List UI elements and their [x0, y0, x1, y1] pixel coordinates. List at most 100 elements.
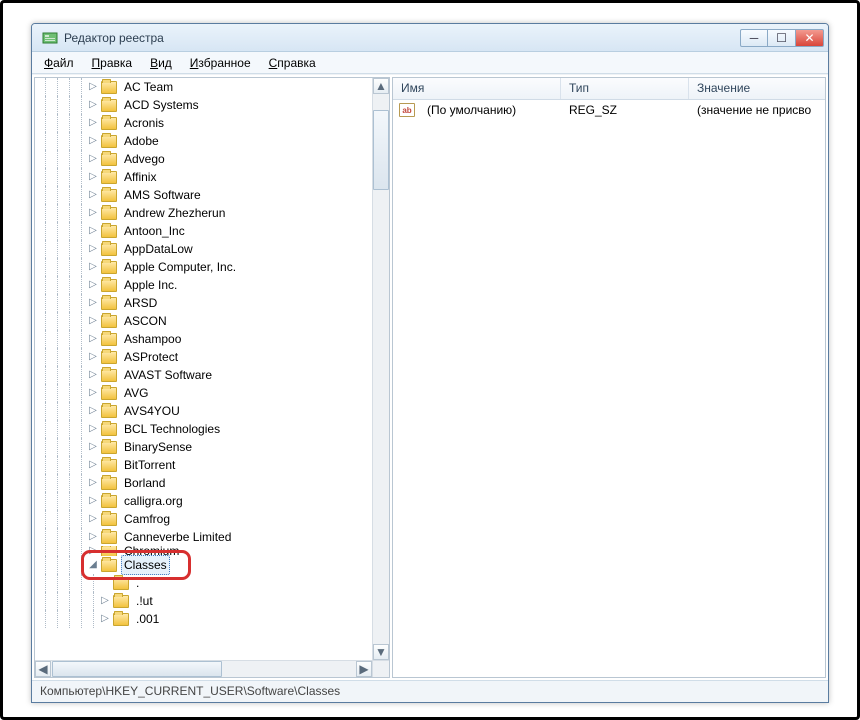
column-header-type[interactable]: Тип — [561, 78, 689, 99]
column-header-name[interactable]: Имя — [393, 78, 561, 99]
folder-icon — [101, 546, 117, 556]
menu-edit[interactable]: Правка — [84, 54, 141, 72]
registry-editor-window: Редактор реестра ─ ☐ ✕ Файл Правка Вид И… — [31, 23, 829, 703]
expand-icon[interactable]: ▷ — [87, 240, 99, 258]
tree-item[interactable]: ▷Acronis — [35, 114, 372, 132]
expand-icon[interactable]: ▷ — [87, 78, 99, 96]
tree-item[interactable]: ▷Apple Inc. — [35, 276, 372, 294]
tree-item-label: . — [133, 574, 142, 592]
expand-icon[interactable]: ▷ — [87, 330, 99, 348]
tree-item[interactable]: . — [35, 574, 372, 592]
tree-item[interactable]: ▷BitTorrent — [35, 456, 372, 474]
tree-item-label: Ashampoo — [121, 330, 184, 348]
scroll-up-button[interactable]: ▲ — [373, 78, 389, 94]
tree-item[interactable]: ▷.001 — [35, 610, 372, 628]
tree-item[interactable]: ▷ASCON — [35, 312, 372, 330]
expand-icon[interactable]: ▷ — [87, 114, 99, 132]
folder-icon — [101, 99, 117, 112]
menu-favorites[interactable]: Избранное — [182, 54, 259, 72]
folder-icon — [101, 531, 117, 544]
expand-icon[interactable]: ▷ — [99, 592, 111, 610]
expand-icon[interactable]: ▷ — [87, 474, 99, 492]
tree-item[interactable]: ▷AVS4YOU — [35, 402, 372, 420]
minimize-button[interactable]: ─ — [740, 29, 768, 47]
tree-item[interactable]: ▷Borland — [35, 474, 372, 492]
tree-item[interactable]: ▷.!ut — [35, 592, 372, 610]
close-icon: ✕ — [804, 31, 814, 45]
scroll-down-button[interactable]: ▼ — [373, 644, 389, 660]
column-header-value[interactable]: Значение — [689, 78, 825, 99]
folder-icon — [113, 577, 129, 590]
tree-item[interactable]: ▷AC Team — [35, 78, 372, 96]
expand-icon[interactable]: ▷ — [87, 258, 99, 276]
tree-item-label: ACD Systems — [121, 96, 202, 114]
expand-icon[interactable]: ▷ — [87, 276, 99, 294]
list-body[interactable]: ab(По умолчанию)REG_SZ(значение не присв… — [393, 100, 825, 677]
expand-icon[interactable]: ▷ — [87, 348, 99, 366]
tree-item[interactable]: ▷BinarySense — [35, 438, 372, 456]
expand-icon[interactable]: ▷ — [99, 610, 111, 628]
collapse-icon[interactable]: ◢ — [87, 556, 99, 574]
tree-view[interactable]: ▷AC Team▷ACD Systems▷Acronis▷Adobe▷Adveg… — [35, 78, 372, 660]
tree-item-label: Apple Computer, Inc. — [121, 258, 239, 276]
tree-item[interactable]: ▷ ACD Systems — [35, 96, 372, 114]
scroll-right-button[interactable]: ▶ — [356, 661, 372, 677]
tree-item[interactable]: ▷ASProtect — [35, 348, 372, 366]
tree-item[interactable]: ▷AMS Software — [35, 186, 372, 204]
tree-item[interactable]: ▷ Apple Computer, Inc. — [35, 258, 372, 276]
tree-item[interactable]: ▷calligra.org — [35, 492, 372, 510]
titlebar[interactable]: Редактор реестра ─ ☐ ✕ — [32, 24, 828, 52]
tree-item[interactable]: ▷BCL Technologies — [35, 420, 372, 438]
tree-item[interactable]: ▷AppDataLow — [35, 240, 372, 258]
tree-item[interactable]: ▷Advego — [35, 150, 372, 168]
expand-icon[interactable]: ▷ — [87, 366, 99, 384]
folder-icon — [101, 369, 117, 382]
tree-vertical-scrollbar[interactable]: ▲ ▼ — [372, 78, 389, 660]
tree-item[interactable]: ▷AVG — [35, 384, 372, 402]
expand-icon[interactable]: ▷ — [87, 168, 99, 186]
menu-file[interactable]: Файл — [36, 54, 82, 72]
maximize-button[interactable]: ☐ — [768, 29, 796, 47]
expand-icon[interactable]: ▷ — [87, 204, 99, 222]
expand-icon[interactable]: ▷ — [87, 384, 99, 402]
scroll-thumb[interactable] — [373, 110, 389, 190]
expand-icon[interactable]: ▷ — [87, 528, 99, 546]
folder-icon — [101, 171, 117, 184]
scroll-left-button[interactable]: ◀ — [35, 661, 51, 677]
tree-item[interactable]: ◢Classes — [35, 556, 372, 574]
tree-item[interactable]: ▷Antoon_Inc — [35, 222, 372, 240]
expand-icon[interactable]: ▷ — [87, 132, 99, 150]
expand-icon[interactable]: ▷ — [87, 186, 99, 204]
tree-item[interactable]: ▷Adobe — [35, 132, 372, 150]
tree-item[interactable]: ▷AVAST Software — [35, 366, 372, 384]
list-row[interactable]: ab(По умолчанию)REG_SZ(значение не присв… — [393, 100, 825, 120]
expand-icon[interactable]: ▷ — [87, 456, 99, 474]
cell-name: (По умолчанию) — [419, 101, 561, 119]
close-button[interactable]: ✕ — [796, 29, 824, 47]
expand-icon[interactable]: ▷ — [87, 312, 99, 330]
scroll-thumb[interactable] — [52, 661, 222, 677]
expand-icon[interactable]: ▷ — [87, 546, 99, 556]
expand-icon[interactable]: ▷ — [87, 438, 99, 456]
folder-icon — [101, 243, 117, 256]
tree-horizontal-scrollbar[interactable]: ◀ ▶ — [35, 660, 372, 677]
expand-icon[interactable]: ▷ — [87, 402, 99, 420]
expand-icon[interactable]: ▷ — [87, 420, 99, 438]
tree-item[interactable]: ▷ Ashampoo — [35, 330, 372, 348]
tree-item[interactable]: ▷Canneverbe Limited — [35, 528, 372, 546]
expand-icon[interactable]: ▷ — [87, 222, 99, 240]
tree-item[interactable]: ▷Affinix — [35, 168, 372, 186]
expand-icon[interactable]: ▷ — [87, 96, 99, 114]
tree-item[interactable]: ▷Camfrog — [35, 510, 372, 528]
menu-help[interactable]: Справка — [261, 54, 324, 72]
menu-view[interactable]: Вид — [142, 54, 180, 72]
tree-item[interactable]: ▷Chromium — [35, 546, 372, 556]
tree-item[interactable]: ▷ARSD — [35, 294, 372, 312]
expand-icon[interactable]: ▷ — [87, 492, 99, 510]
expand-icon[interactable]: ▷ — [87, 150, 99, 168]
tree-item[interactable]: ▷Andrew Zhezherun — [35, 204, 372, 222]
expand-icon[interactable]: ▷ — [87, 510, 99, 528]
folder-icon — [101, 279, 117, 292]
folder-icon — [101, 333, 117, 346]
expand-icon[interactable]: ▷ — [87, 294, 99, 312]
